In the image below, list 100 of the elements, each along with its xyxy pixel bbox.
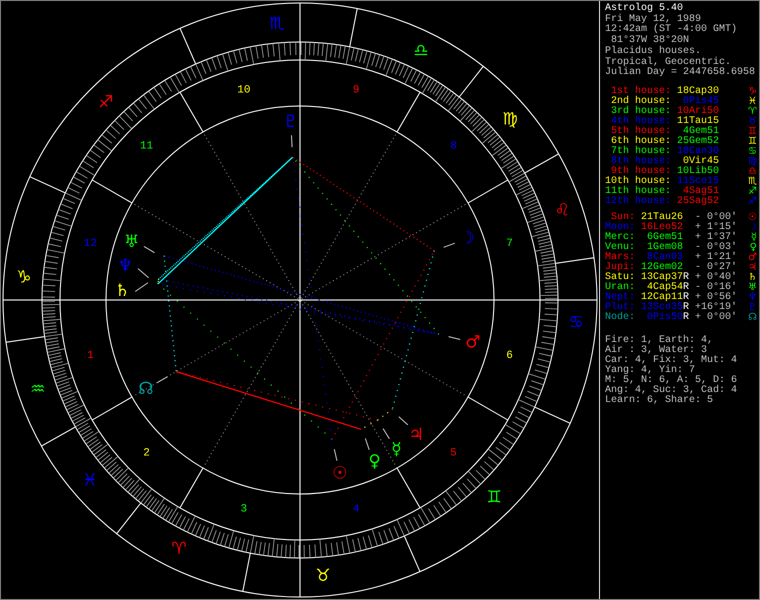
house-cusp-position: 4Gem51	[682, 126, 719, 137]
sign-symbol: ♏	[269, 14, 285, 34]
retrograde-label: R	[683, 272, 690, 283]
planet-position: 0Pis50	[646, 312, 683, 323]
planet-label: Mars:	[605, 252, 635, 263]
planet-symbol: ♀	[368, 452, 381, 472]
house-cusp-position: 18Cap30	[677, 86, 719, 97]
planet-label: Satu:	[605, 272, 635, 283]
sign-symbol: ♐	[748, 196, 757, 207]
house-number: 6	[506, 350, 513, 362]
planet-symbol: ☽	[748, 222, 757, 233]
house-cusp-position: 18Can30	[677, 146, 719, 157]
house-label: 6th house:	[610, 136, 671, 147]
house-cusp-position: 11Tau15	[677, 116, 719, 127]
element-stats-text: Ang: 4, Suc: 3, Cad: 4	[605, 386, 738, 396]
planet-position: 1Gem08	[646, 242, 683, 253]
house-cusp-position: 10Lib50	[677, 166, 719, 177]
sign-symbol: ♌	[554, 200, 570, 221]
planet-symbol: ♆	[118, 256, 133, 276]
app-title: Astrolog 5.40	[605, 4, 684, 14]
planet-latitude: +16°19'	[695, 302, 738, 313]
planet-symbol: ☊	[138, 379, 154, 400]
house-label: 3rd house:	[610, 106, 671, 117]
element-stats-text: Learn: 6, Share: 5	[605, 396, 714, 406]
sign-symbol: ♐	[98, 92, 114, 112]
house-number: 11	[140, 140, 154, 153]
planet-label: Sun:	[610, 212, 635, 223]
planet-symbol: ♆	[748, 292, 757, 303]
sign-symbol: ♊	[748, 126, 757, 137]
planet-symbol: ♇	[283, 112, 298, 132]
sign-symbol: ♉	[315, 566, 331, 586]
retrograde-label: R	[683, 312, 690, 323]
house-number: 5	[450, 447, 457, 460]
chart-info-text: Tropical, Geocentric.	[605, 58, 732, 68]
planet-position: 13Sco35	[641, 302, 683, 313]
sign-symbol: ♑	[16, 268, 32, 288]
house-label: 9th house:	[610, 166, 671, 177]
planet-label: Node:	[605, 312, 635, 323]
planet-symbol: ♅	[748, 282, 757, 293]
planet-label: Merc:	[605, 232, 635, 243]
house-label: 11th house:	[605, 186, 671, 197]
planet-latitude: - 0°03'	[695, 242, 738, 253]
planet-latitude: + 0°00'	[695, 312, 738, 323]
house-label: 5th house:	[610, 126, 671, 137]
planet-symbol: ♂	[748, 252, 757, 263]
planet-symbol: ♇	[748, 302, 757, 313]
house-number: 12	[84, 238, 97, 250]
planet-symbol: ♅	[124, 232, 140, 252]
planet-position: 16Leo52	[641, 222, 683, 233]
planet-symbol: ☿	[391, 440, 402, 460]
house-cusp-position: 0Vir45	[682, 156, 719, 167]
house-number: 10	[237, 84, 250, 96]
house-cusp-position: 25Sag52	[677, 196, 719, 207]
house-cusp-position: 0Pis45	[682, 96, 719, 107]
sign-symbol: ♏	[748, 176, 757, 187]
planet-label: Jupi:	[605, 262, 635, 273]
sign-symbol: ♎	[748, 166, 757, 177]
sign-symbol: ♊	[748, 136, 757, 147]
element-stats-text: Car: 4, Fix: 3, Mut: 4	[605, 356, 738, 366]
sign-symbol: ♍	[748, 156, 757, 167]
sign-symbol: ♊	[486, 488, 502, 508]
house-label: 1st house:	[610, 86, 671, 97]
planet-latitude: + 1°21'	[695, 252, 738, 263]
element-stats-text: M: 5, N: 6, A: 5, D: 6	[605, 376, 738, 386]
planet-position: 8Can03	[646, 252, 683, 263]
planet-latitude: + 0°56'	[695, 292, 738, 303]
sign-symbol: ♋	[568, 312, 584, 332]
chart-info-text: Julian Day = 2447658.6958	[605, 68, 756, 79]
planet-symbol: ☿	[750, 232, 757, 243]
planet-position: 12Cap11	[641, 292, 683, 303]
retrograde-label: R	[683, 282, 690, 293]
house-label: 7th house:	[610, 146, 671, 157]
sign-symbol: ♍	[502, 110, 518, 130]
house-number: 9	[352, 84, 360, 96]
house-cusp-position: 11Sco15	[677, 176, 719, 187]
planet-latitude: - 0°27'	[695, 262, 738, 273]
planet-label: Venu:	[605, 242, 635, 253]
sign-symbol: ♐	[748, 186, 757, 197]
planet-label: Uran:	[605, 282, 635, 293]
house-number: 3	[240, 504, 248, 516]
planet-position: 6Gem51	[646, 232, 683, 243]
chart-info-text: 12:42am (ST -4:00 GMT)	[605, 25, 738, 36]
retrograde-label: R	[683, 302, 690, 313]
planet-symbol: ♃	[748, 262, 757, 273]
planet-symbol: ☽	[460, 228, 475, 249]
planet-symbol: ☉	[332, 463, 348, 484]
house-cusp-position: 25Gem52	[677, 136, 719, 147]
planet-symbol: ♀	[750, 242, 757, 253]
planet-label: Plut:	[605, 302, 635, 313]
planet-position: 13Cap37	[641, 272, 683, 283]
element-stats-text: Yang: 4, Yin: 7	[605, 366, 696, 376]
planet-latitude: - 0°00'	[695, 212, 738, 223]
chart-info-text: Placidus houses.	[605, 46, 702, 57]
planet-position: 21Tau26	[641, 212, 683, 223]
sign-symbol: ♓	[748, 96, 757, 107]
house-number: 8	[450, 140, 457, 153]
planet-latitude: + 0°40'	[695, 272, 738, 283]
planet-position: 4Cap54	[646, 282, 683, 293]
planet-label: Moon:	[605, 222, 635, 233]
house-label: 4th house:	[610, 116, 671, 127]
